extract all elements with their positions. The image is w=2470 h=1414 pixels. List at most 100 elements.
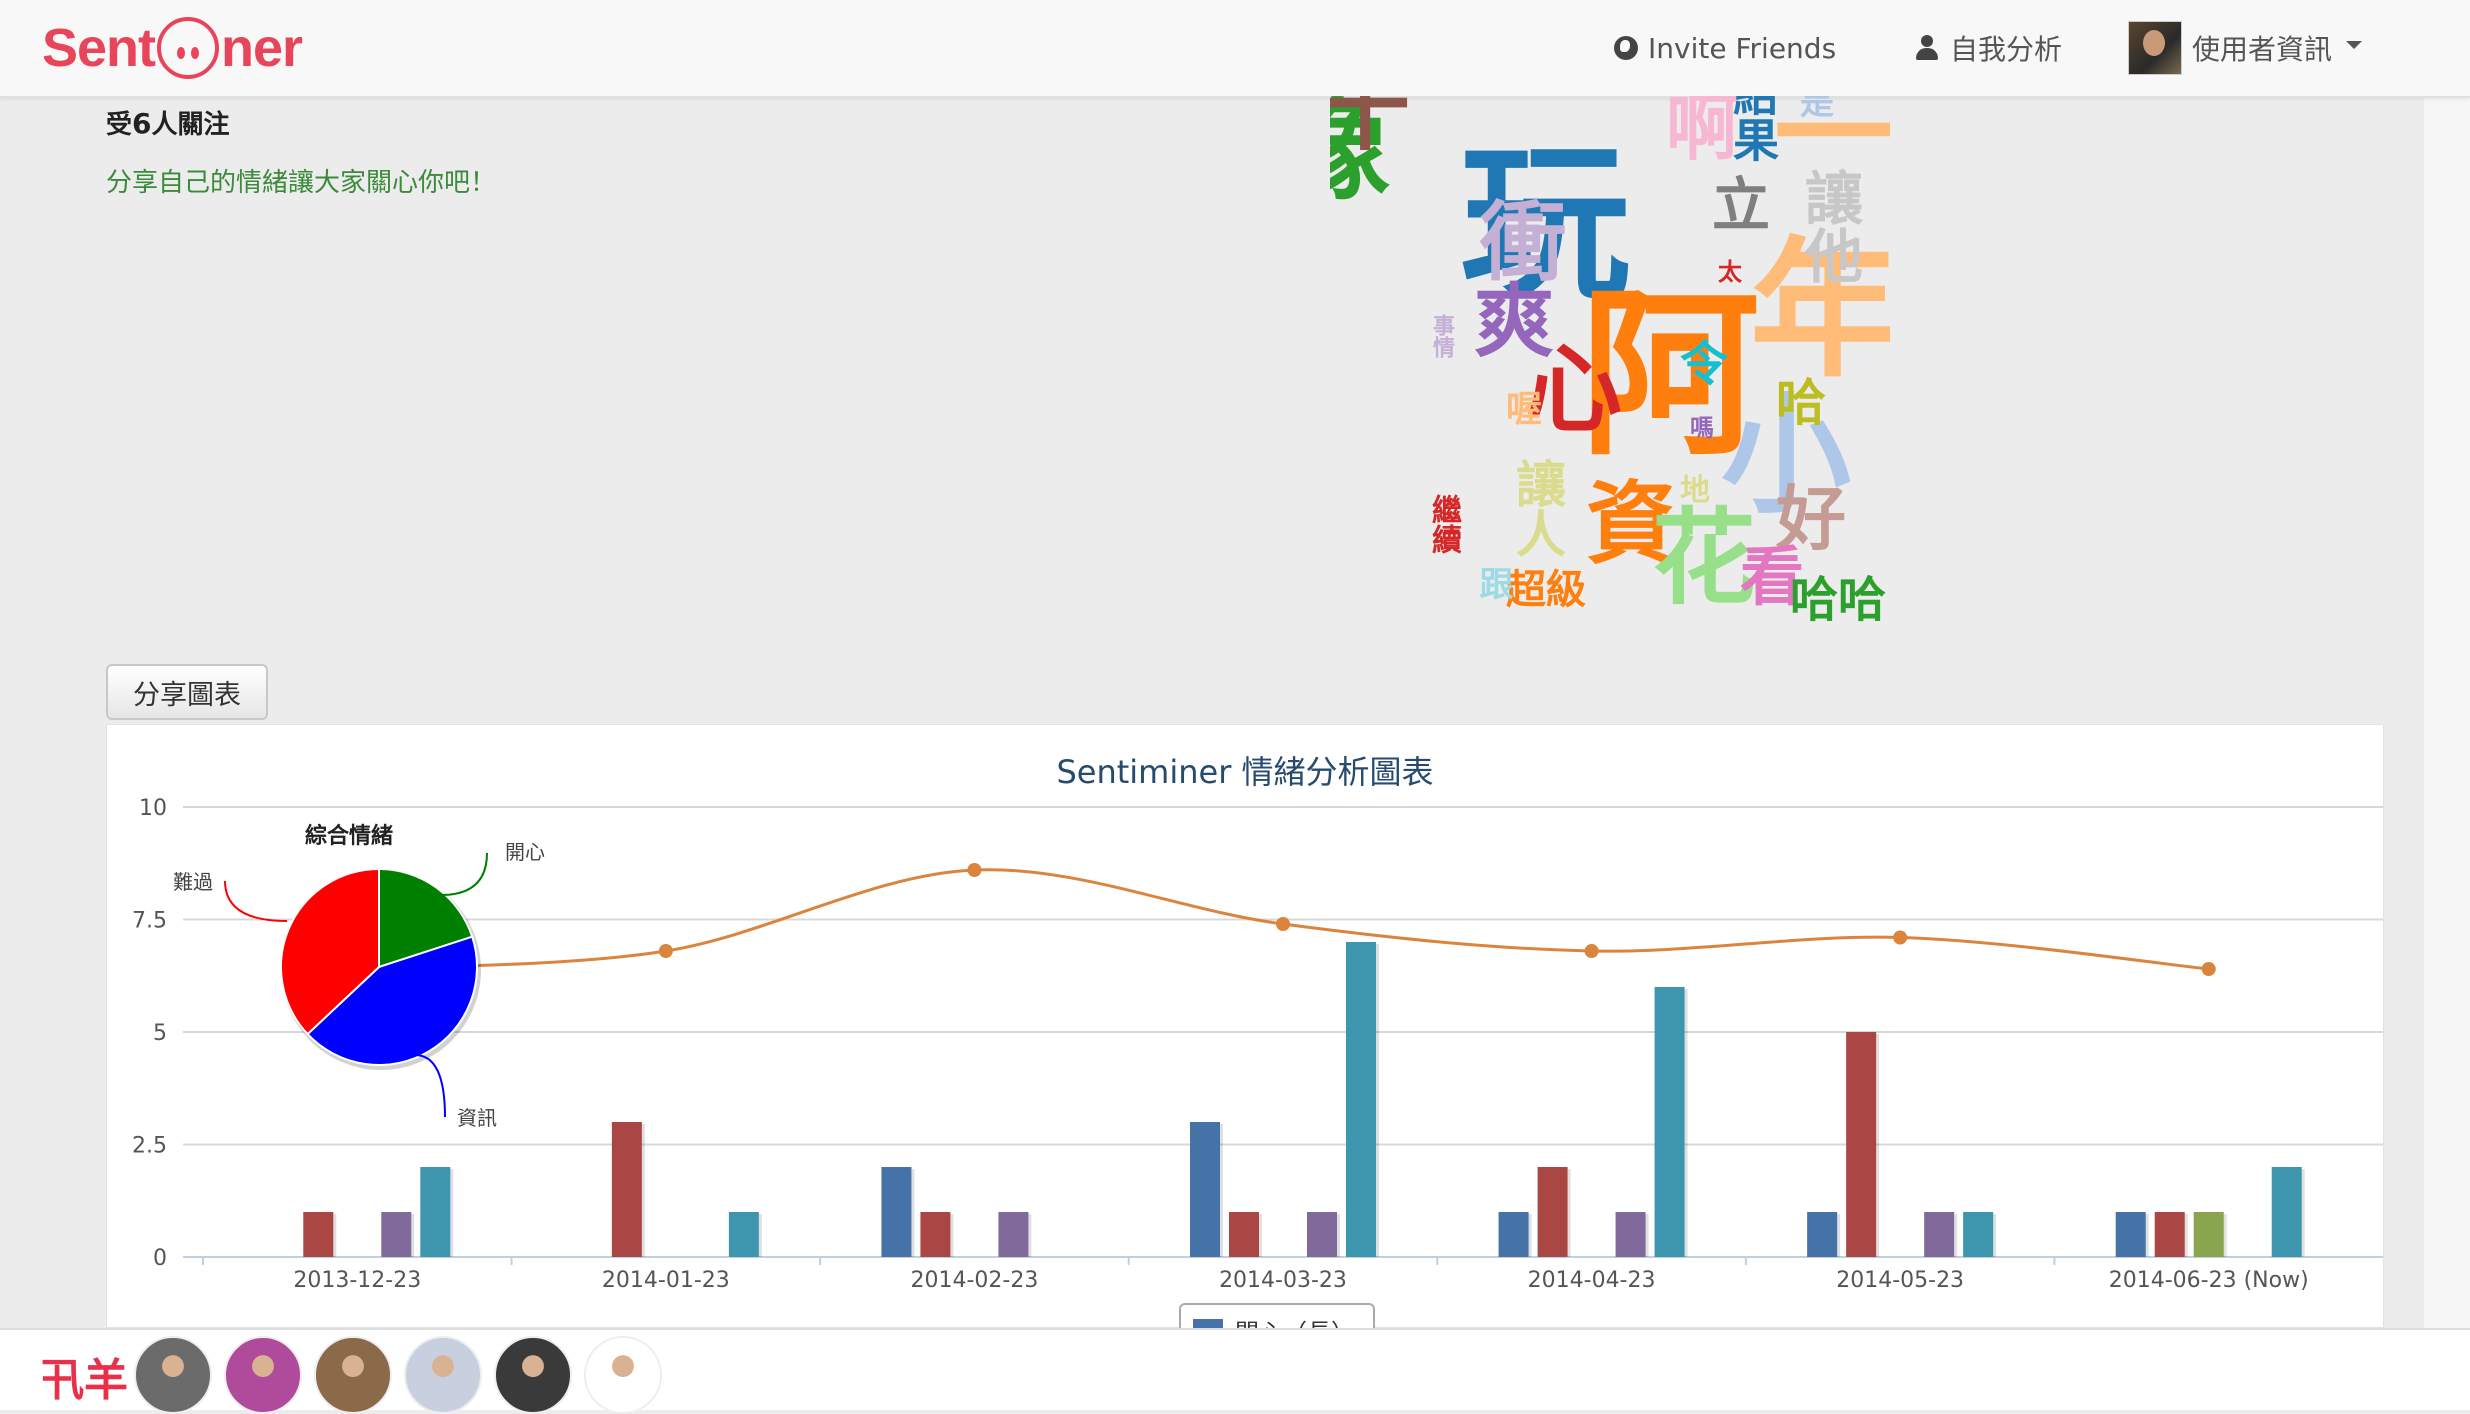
- invite-friends-link[interactable]: Invite Friends: [1614, 26, 1836, 70]
- word-cloud-word: 讓人: [1508, 458, 1566, 558]
- word-cloud: 像玩阿年小一心衝爽資花好看哈哈 超級 讓人 讓他立結果啊令哈喔跟地嗎太事情 繼續十是: [1330, 96, 1890, 676]
- chart-bar: [381, 1212, 412, 1257]
- word-cloud-word: 是: [1800, 96, 1834, 123]
- avatar[interactable]: [494, 1336, 572, 1414]
- chart-bar: [420, 1167, 451, 1257]
- sentiment-chart: 0 2.5 5 7.5 10 2013-12-23 2014-01-23 2014-02-23…: [132, 796, 2383, 1293]
- chart-bar: [611, 1122, 642, 1257]
- trend-point: [1276, 917, 1290, 931]
- chart-bar: [2193, 1212, 2224, 1257]
- user-icon: [1914, 35, 1940, 61]
- chart-bar: [1190, 1122, 1220, 1257]
- trend-point: [1584, 944, 1599, 958]
- chart-panel: 0 2.5 5 7.5 10 2013-12-23 2014-01-23 2014-02-23…: [106, 724, 2384, 1335]
- chart-bar: [303, 1212, 334, 1257]
- self-analysis-link[interactable]: 自我分析: [1914, 26, 2062, 70]
- x-tick-label: 2013-12-23: [293, 1268, 421, 1293]
- chart-bar: [1498, 1212, 1529, 1257]
- right-gutter: [2424, 96, 2470, 1328]
- user-info-label: 使用者資訊: [2192, 33, 2333, 66]
- avatar[interactable]: [224, 1336, 302, 1414]
- word-cloud-word: 超級: [1506, 567, 1586, 613]
- chart-bar: [1846, 1032, 1877, 1257]
- word-cloud-word: 太: [1718, 258, 1742, 286]
- followers-prefix: 受: [106, 110, 133, 140]
- pie-label: 資訊: [457, 1106, 497, 1130]
- pie-label: 開心: [505, 840, 545, 864]
- chart-bar: [1963, 1212, 1994, 1257]
- word-cloud-word: 爽: [1474, 275, 1554, 368]
- x-tick-label: 2014-05-23: [1836, 1268, 1964, 1293]
- chart-bar: [2154, 1212, 2185, 1257]
- y-tick-label: 5: [153, 1021, 167, 1046]
- trend-point: [967, 863, 982, 877]
- word-cloud-word: 地: [1680, 473, 1710, 508]
- chart-bar: [1924, 1212, 1955, 1257]
- user-info-dropdown[interactable]: 使用者資訊: [2128, 20, 2363, 76]
- x-tick-label: 2014-03-23: [1219, 1268, 1347, 1293]
- logo[interactable]: Sent ner: [42, 12, 303, 84]
- chart-bar: [1615, 1212, 1646, 1257]
- globe-icon: [1614, 36, 1638, 60]
- chart-bar: [920, 1212, 951, 1257]
- word-cloud-word: 衝: [1480, 193, 1566, 293]
- y-tick-label: 7.5: [132, 909, 167, 934]
- logo-text-left: Sent: [42, 18, 156, 78]
- chart-title: Sentiminer 情緒分析圖表: [1056, 753, 1434, 791]
- chart-bar: [1537, 1167, 1568, 1257]
- y-tick-label: 2.5: [132, 1134, 167, 1159]
- chart-bar: [2271, 1167, 2302, 1257]
- share-chart-button[interactable]: 分享圖表: [106, 664, 268, 720]
- avatar: [2128, 21, 2182, 75]
- trend-point: [1893, 930, 1908, 945]
- avatar[interactable]: [314, 1336, 392, 1414]
- word-cloud-word: 跟: [1473, 566, 1513, 600]
- avatar[interactable]: [584, 1336, 662, 1414]
- word-cloud-word: 哈哈: [1790, 572, 1887, 628]
- word-cloud-word: 十: [1330, 96, 1410, 163]
- chart-bar: [1346, 942, 1376, 1257]
- followers-suffix: 人關注: [151, 110, 230, 140]
- pie-label: 難過: [173, 870, 213, 894]
- page: Sent ner Invite Friends 自我分析 使用者資訊 受6人關注…: [0, 0, 2470, 1414]
- x-tick-label: 2014-01-23: [602, 1268, 730, 1293]
- pie-connector: [224, 880, 288, 922]
- avatar[interactable]: [134, 1336, 212, 1414]
- navbar: Sent ner Invite Friends 自我分析 使用者資訊: [0, 0, 2470, 98]
- self-analysis-label: 自我分析: [1950, 33, 2063, 66]
- followers-count: 受6人關注: [106, 104, 230, 141]
- chart-bar: [1307, 1212, 1337, 1257]
- chart-bar: [728, 1212, 759, 1257]
- logo-text-right: ner: [221, 18, 303, 78]
- pie-connector: [414, 1054, 446, 1118]
- chart-bar: [998, 1212, 1029, 1257]
- chart-bar: [1654, 987, 1685, 1257]
- chart-bar: [1807, 1212, 1838, 1257]
- pig-logo-icon: [157, 17, 220, 79]
- y-tick-label: 10: [139, 796, 167, 821]
- trend-point: [658, 944, 673, 958]
- followers-number: 6: [132, 107, 152, 140]
- trend-point: [2201, 962, 2216, 976]
- pie-connector: [440, 852, 488, 896]
- word-cloud-word: 哈: [1776, 374, 1826, 432]
- y-tick-label: 0: [153, 1246, 167, 1271]
- x-tick-label: 2014-04-23: [1528, 1268, 1656, 1293]
- slogan-text: 分享自己的情緒讓大家關心你吧！: [106, 168, 497, 198]
- x-tick-label: 2014-06-23 (Now): [2109, 1268, 2309, 1293]
- chart-bar: [881, 1167, 912, 1257]
- word-cloud-word: 立: [1712, 171, 1771, 239]
- word-cloud-word: 喔: [1506, 389, 1543, 430]
- word-cloud-word: 讓他: [1795, 168, 1863, 284]
- friend-bar: 卂羊: [0, 1328, 2470, 1414]
- word-cloud-word: 啊: [1666, 96, 1739, 170]
- word-cloud-word: 嗎: [1690, 414, 1714, 442]
- word-cloud-word: 事情: [1429, 314, 1454, 358]
- chevron-down-icon: [2346, 41, 2363, 49]
- avatar[interactable]: [404, 1336, 482, 1414]
- chart-bar: [2115, 1212, 2146, 1257]
- pie-title: 綜合情緒: [305, 823, 393, 849]
- chart-bar: [1229, 1212, 1259, 1257]
- x-tick-label: 2014-02-23: [910, 1268, 1038, 1293]
- word-cloud-word: 繼續: [1426, 494, 1461, 554]
